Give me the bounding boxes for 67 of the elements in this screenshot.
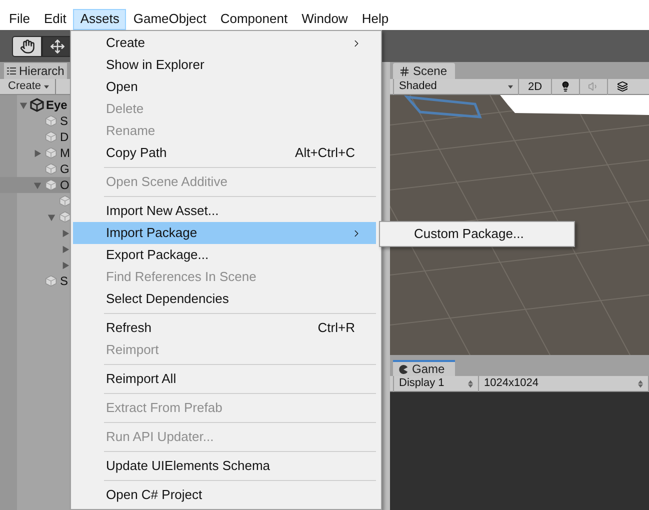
hierarchy-row[interactable]: O [0, 177, 72, 193]
expanded-arrow-icon[interactable] [18, 100, 28, 110]
hierarchy-item-label: S [60, 275, 68, 287]
expanded-arrow-icon[interactable] [32, 180, 42, 190]
menu-item[interactable]: Reimport All [73, 368, 376, 390]
hand-icon [20, 38, 34, 54]
hierarchy-row[interactable]: M [0, 145, 72, 161]
menu-item[interactable]: Create [73, 32, 376, 54]
spinner-icon [638, 380, 643, 388]
cube-icon [45, 147, 57, 159]
light-bulb-icon [560, 81, 571, 92]
pacman-icon [399, 364, 408, 374]
cube-icon [45, 163, 57, 175]
hierarchy-item-label: M [60, 147, 70, 159]
hierarchy-item-label: Eye [46, 99, 68, 111]
collapsed-arrow-icon[interactable] [60, 244, 70, 254]
dropdown-caret-icon [44, 84, 50, 88]
hierarchy-row[interactable]: S [0, 273, 72, 289]
collapsed-arrow-icon[interactable] [60, 260, 70, 270]
menu-bar-item[interactable]: Window [294, 8, 355, 30]
menu-item[interactable]: Export Package... [73, 244, 376, 266]
menu-item[interactable]: Import New Asset... [73, 200, 376, 222]
list-icon [7, 67, 16, 75]
cube-icon [45, 131, 57, 143]
spinner-icon [468, 380, 473, 388]
hierarchy-row[interactable]: S [0, 113, 72, 129]
hierarchy-item-label: D [60, 131, 69, 143]
shortcut-label: Ctrl+R [318, 319, 355, 338]
hierarchy-tab[interactable]: Hierarch [4, 63, 68, 79]
menu-bar-item[interactable]: Assets [73, 8, 126, 30]
cube-icon [45, 115, 57, 127]
hash-icon [399, 66, 410, 76]
menu-bar-item[interactable]: Edit [36, 8, 74, 30]
hierarchy-item-label: G [60, 163, 70, 175]
shortcut-label: Alt+Ctrl+C [295, 144, 355, 162]
menu-item[interactable]: Custom Package... [380, 223, 574, 245]
menu-item[interactable]: Import Package [73, 222, 376, 244]
speaker-icon [588, 81, 599, 92]
scene-tab[interactable]: Scene [393, 63, 455, 79]
menu-bar-item[interactable]: GameObject [126, 8, 214, 30]
menu-item[interactable]: Show in Explorer [73, 54, 376, 76]
hierarchy-row[interactable]: D [0, 129, 72, 145]
expanded-arrow-icon[interactable] [46, 212, 56, 222]
menu-item[interactable]: Update UIElements Schema [73, 455, 376, 477]
collapsed-arrow-icon[interactable] [32, 148, 42, 158]
menu-item[interactable]: Refresh Ctrl+R [73, 317, 376, 339]
layers-icon [616, 81, 628, 92]
move-tool-button[interactable] [42, 36, 72, 56]
hierarchy-item-label: O [60, 179, 70, 191]
dropdown-caret-icon [508, 84, 513, 88]
menu-bar-item[interactable]: Help [354, 8, 396, 30]
game-tab[interactable]: Game [393, 360, 455, 376]
menu-bar-item[interactable]: File [2, 8, 37, 30]
cube-icon [45, 275, 57, 287]
menu-bar-item[interactable]: Component [213, 8, 295, 30]
menu-item[interactable]: Copy Path Alt+Ctrl+C [73, 142, 376, 164]
unity-logo-icon [30, 98, 44, 112]
menu-item[interactable]: Open C# Project [73, 484, 376, 506]
hand-tool-button[interactable] [12, 36, 42, 56]
menu-item[interactable]: Open [73, 76, 376, 98]
move-arrows-icon [50, 38, 64, 54]
collapsed-arrow-icon[interactable] [60, 228, 70, 238]
menu-item[interactable]: Select Dependencies [73, 288, 376, 310]
cube-icon [45, 179, 57, 191]
hierarchy-row[interactable]: G [0, 161, 72, 177]
hierarchy-item-label: S [60, 115, 68, 127]
hierarchy-row[interactable]: Eye [0, 97, 72, 113]
